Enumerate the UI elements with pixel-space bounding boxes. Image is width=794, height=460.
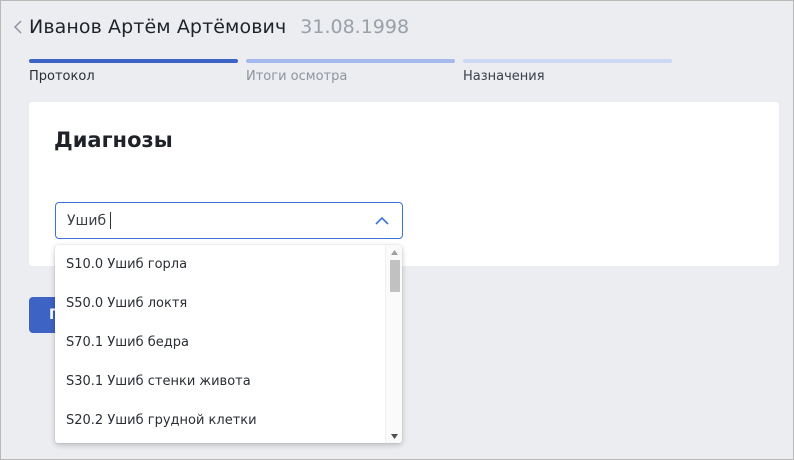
diagnosis-search-combobox[interactable]: Ушиб	[55, 202, 403, 239]
text-cursor	[110, 212, 112, 229]
diagnosis-option[interactable]: S10.0 Ушиб горла	[55, 245, 385, 284]
diagnosis-search-input[interactable]: Ушиб	[56, 212, 112, 229]
options-list: S10.0 Ушиб горла S50.0 Ушиб локтя S70.1 …	[55, 245, 385, 440]
diagnoses-card: Диагнозы Ушиб	[29, 102, 779, 266]
scroll-up-button[interactable]	[386, 245, 402, 259]
diagnosis-option[interactable]: S50.0 Ушиб локтя	[55, 284, 385, 323]
chevron-up-icon	[375, 216, 389, 225]
step-label: Итоги осмотра	[246, 69, 348, 84]
step-bar	[463, 59, 672, 63]
step-protocol[interactable]: Протокол	[29, 59, 238, 84]
collapse-toggle[interactable]	[374, 213, 390, 229]
search-value: Ушиб	[67, 212, 107, 229]
section-title: Диагнозы	[54, 128, 173, 152]
step-bar	[246, 59, 455, 63]
page-header: Иванов Артём Артёмович 31.08.1998	[9, 13, 409, 41]
birth-date: 31.08.1998	[300, 16, 410, 38]
progress-steps: Протокол Итоги осмотра Назначения	[29, 59, 672, 84]
chevron-left-icon	[14, 20, 22, 34]
diagnosis-option[interactable]: S70.1 Ушиб бедра	[55, 323, 385, 362]
back-button[interactable]	[9, 13, 27, 41]
app-window: Иванов Артём Артёмович 31.08.1998 Проток…	[0, 0, 794, 460]
diagnosis-option[interactable]: S30.1 Ушиб стенки живота	[55, 362, 385, 401]
dropdown-scrollbar[interactable]	[385, 245, 402, 443]
triangle-up-icon	[391, 249, 398, 255]
step-label: Назначения	[463, 69, 545, 84]
scroll-down-button[interactable]	[386, 429, 402, 443]
scrollbar-thumb[interactable]	[390, 260, 400, 292]
diagnosis-option[interactable]: S20.2 Ушиб грудной клетки	[55, 401, 385, 440]
step-bar	[29, 59, 238, 63]
triangle-down-icon	[391, 433, 398, 439]
step-prescriptions[interactable]: Назначения	[463, 59, 672, 84]
patient-name: Иванов Артём Артёмович	[29, 16, 287, 38]
step-exam-results[interactable]: Итоги осмотра	[246, 59, 455, 84]
diagnosis-dropdown-list: S10.0 Ушиб горла S50.0 Ушиб локтя S70.1 …	[55, 245, 402, 443]
step-label: Протокол	[29, 69, 95, 84]
